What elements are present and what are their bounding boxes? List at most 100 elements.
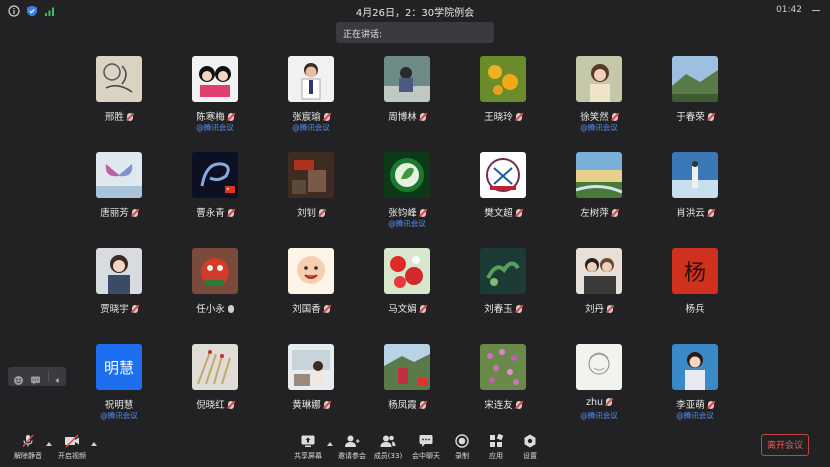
participant-name: 肖洪云 bbox=[676, 208, 705, 219]
invite-button[interactable]: 邀请参会 bbox=[332, 432, 372, 466]
participant-tile[interactable]: 张钧峰 @腾讯会议 bbox=[362, 152, 452, 242]
avatar bbox=[480, 344, 526, 390]
participant-name-row: 倪晓红 bbox=[170, 397, 260, 411]
participant-tile[interactable]: 左树萍 bbox=[554, 152, 644, 242]
participant-grid: 邢胜 陈寒梅 @腾讯会议 张宸瑜 @腾讯会议 周博林 王晓玲 徐笑然 @腾讯会议 于春荣 唐丽芳 曹永… bbox=[0, 0, 830, 430]
avatar bbox=[384, 152, 430, 198]
participant-name: 刘春玉 bbox=[484, 304, 513, 315]
participant-tile[interactable]: 周博林 bbox=[362, 56, 452, 146]
floating-toolbar bbox=[8, 367, 66, 386]
mic-muted-icon bbox=[131, 305, 138, 313]
participant-tile[interactable]: 徐笑然 @腾讯会议 bbox=[554, 56, 644, 146]
avatar bbox=[480, 56, 526, 102]
avatar bbox=[192, 248, 238, 294]
participant-name-row: 徐笑然 bbox=[554, 109, 644, 123]
participant-tile[interactable]: 李亚萌 @腾讯会议 bbox=[650, 344, 740, 434]
video-off-icon bbox=[65, 434, 79, 448]
participant-name-row: 王晓玲 bbox=[458, 109, 548, 123]
mic-muted-icon bbox=[419, 401, 426, 409]
avatar bbox=[480, 248, 526, 294]
participant-tile[interactable]: zhu @腾讯会议 bbox=[554, 344, 644, 434]
mic-muted-icon bbox=[131, 209, 138, 217]
avatar bbox=[288, 152, 334, 198]
participant-tile[interactable]: 马文娟 bbox=[362, 248, 452, 338]
unmute-button[interactable]: 解除静音 bbox=[8, 432, 48, 466]
members-button[interactable]: 成员(33) bbox=[368, 432, 408, 466]
participant-tile[interactable]: 杨杨兵 bbox=[650, 248, 740, 338]
participant-tile[interactable]: 刘春玉 bbox=[458, 248, 548, 338]
participant-tile[interactable]: 杨凤霞 bbox=[362, 344, 452, 434]
emoji-icon[interactable] bbox=[13, 371, 24, 385]
participant-tile[interactable]: 黄琳娜 bbox=[266, 344, 356, 434]
participant-tile[interactable]: 倪晓红 bbox=[170, 344, 260, 434]
participant-name: 杨凤霞 bbox=[388, 400, 417, 411]
participant-name: 左树萍 bbox=[580, 208, 609, 219]
participant-tile[interactable]: 唐丽芳 bbox=[74, 152, 164, 242]
avatar-text: 杨 bbox=[683, 261, 706, 286]
mic-muted-icon bbox=[227, 113, 234, 121]
participant-name: 邢胜 bbox=[104, 112, 124, 123]
avatar bbox=[96, 56, 142, 102]
mic-muted-icon bbox=[707, 209, 714, 217]
participant-name-row: 刘钊 bbox=[266, 205, 356, 219]
participant-tile[interactable]: 于春荣 bbox=[650, 56, 740, 146]
participant-name-row: 刘春玉 bbox=[458, 301, 548, 315]
participant-tile[interactable]: 肖洪云 bbox=[650, 152, 740, 242]
participant-tile[interactable]: 刘国香 bbox=[266, 248, 356, 338]
participant-name: 倪晓红 bbox=[196, 400, 225, 411]
chat-button[interactable]: 会中聊天 bbox=[406, 432, 446, 466]
participant-tile[interactable]: 樊文超 bbox=[458, 152, 548, 242]
video-options-caret-icon[interactable] bbox=[91, 442, 97, 446]
participant-tile[interactable]: 贾晓宇 bbox=[74, 248, 164, 338]
participant-tile[interactable]: 刘钊 bbox=[266, 152, 356, 242]
collapse-arrow-icon[interactable] bbox=[48, 371, 64, 383]
avatar bbox=[384, 344, 430, 390]
participant-name-row: 李亚萌 bbox=[650, 397, 740, 411]
mic-muted-icon bbox=[127, 113, 133, 121]
participant-name-row: 左树萍 bbox=[554, 205, 644, 219]
participant-name: 王晓玲 bbox=[484, 112, 513, 123]
mic-off-icon bbox=[22, 434, 34, 447]
avatar bbox=[576, 248, 622, 294]
participant-tile[interactable]: 曹永青 bbox=[170, 152, 260, 242]
record-icon bbox=[455, 434, 469, 448]
participant-name-row: 黄琳娜 bbox=[266, 397, 356, 411]
chat-bubble-icon[interactable] bbox=[30, 371, 41, 385]
participant-source-label: @腾讯会议 bbox=[388, 219, 426, 228]
participant-source-label: @腾讯会议 bbox=[196, 123, 234, 132]
mic-muted-icon bbox=[227, 401, 234, 409]
participant-name: 任小永 bbox=[196, 304, 225, 315]
mic-muted-icon bbox=[227, 209, 234, 217]
mic-muted-icon bbox=[319, 209, 325, 217]
apps-icon bbox=[490, 434, 504, 447]
participant-name-row: 曹永青 bbox=[170, 205, 260, 219]
participant-name: 周博林 bbox=[388, 112, 417, 123]
mic-muted-icon bbox=[323, 401, 330, 409]
start-video-button[interactable]: 开启视频 bbox=[52, 432, 92, 466]
participant-name-row: 刘丹 bbox=[554, 301, 644, 315]
settings-button[interactable]: 设置 bbox=[510, 432, 550, 466]
mic-muted-icon bbox=[611, 209, 618, 217]
participant-name-row: 樊文超 bbox=[458, 205, 548, 219]
avatar bbox=[288, 344, 334, 390]
participant-tile[interactable]: 王晓玲 bbox=[458, 56, 548, 146]
participant-tile[interactable]: 任小永 bbox=[170, 248, 260, 338]
leave-meeting-button[interactable]: 离开会议 bbox=[761, 434, 809, 456]
share-screen-button[interactable]: 共享屏幕 bbox=[288, 432, 328, 466]
participant-name-row: 祝明慧 bbox=[74, 397, 164, 411]
avatar bbox=[672, 152, 718, 198]
participant-name-row: 杨凤霞 bbox=[362, 397, 452, 411]
participant-tile[interactable]: 张宸瑜 @腾讯会议 bbox=[266, 56, 356, 146]
participant-tile[interactable]: 邢胜 bbox=[74, 56, 164, 146]
avatar bbox=[384, 248, 430, 294]
mic-muted-icon bbox=[707, 113, 714, 121]
participant-name-row: 任小永 bbox=[170, 301, 260, 315]
participant-tile[interactable]: 明慧 祝明慧 @腾讯会议 bbox=[74, 344, 164, 434]
participant-name: 黄琳娜 bbox=[292, 400, 321, 411]
participant-name: 刘国香 bbox=[292, 304, 321, 315]
participant-tile[interactable]: 陈寒梅 @腾讯会议 bbox=[170, 56, 260, 146]
avatar: 明慧 bbox=[96, 344, 142, 390]
members-icon bbox=[380, 435, 396, 447]
participant-tile[interactable]: 刘丹 bbox=[554, 248, 644, 338]
participant-tile[interactable]: 宋连友 bbox=[458, 344, 548, 434]
